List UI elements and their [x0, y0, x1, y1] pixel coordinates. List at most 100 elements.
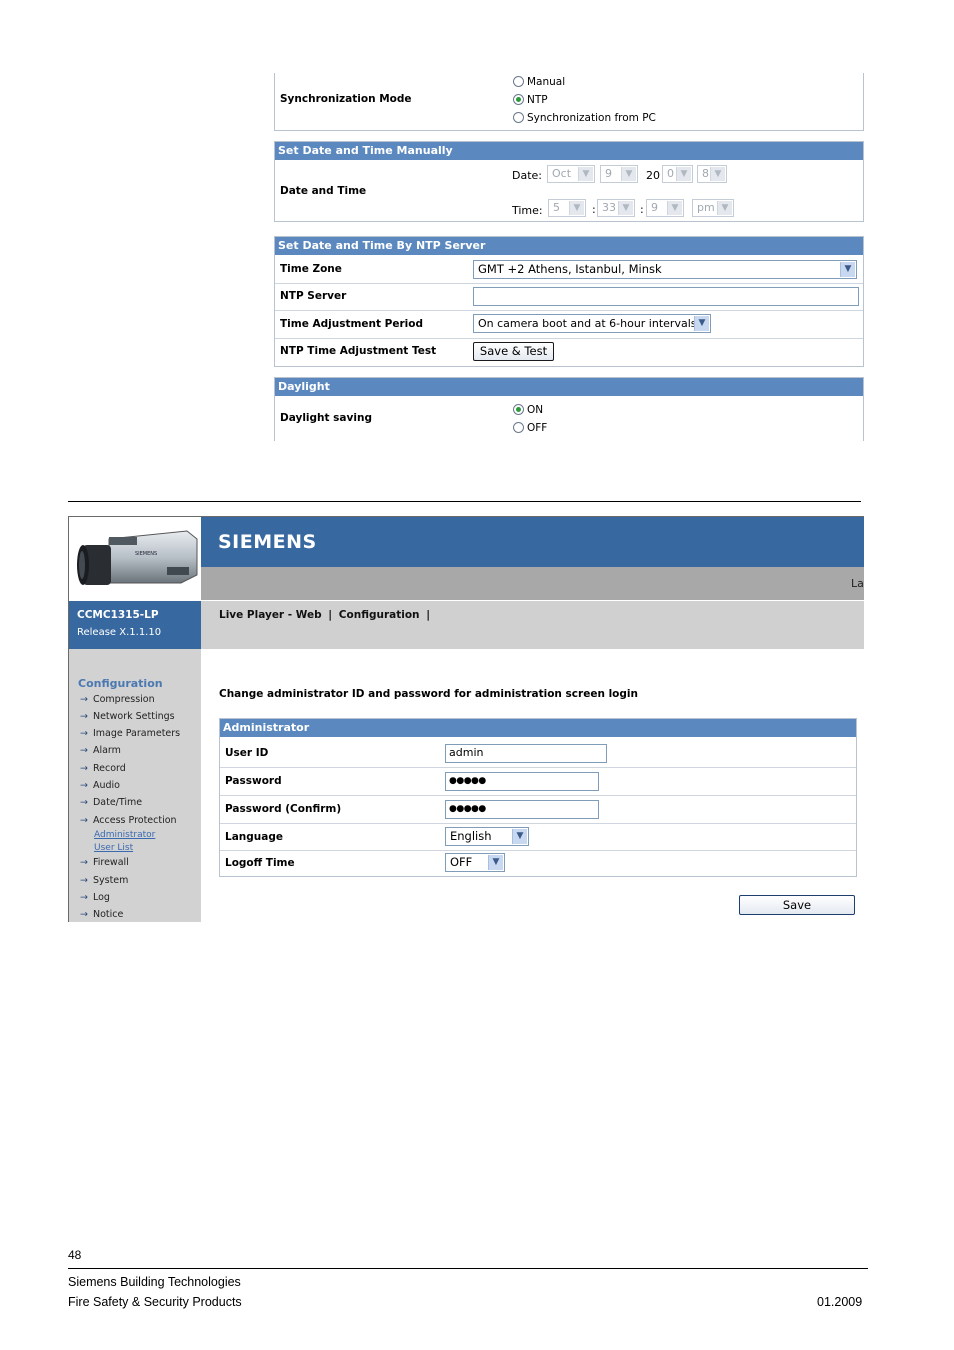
chevron-down-icon: ▼ [710, 167, 725, 181]
save-button[interactable]: Save [739, 895, 855, 915]
row-divider [220, 850, 856, 851]
arrow-right-icon: → [80, 763, 88, 774]
sidebar-item-label: Firewall [92, 857, 129, 868]
footer-rule [68, 1268, 868, 1269]
sidebar-item-label: Compression [92, 694, 155, 705]
row-divider [275, 283, 863, 284]
sidebar-title[interactable]: Configuration [78, 677, 163, 690]
chevron-down-icon: ▼ [717, 201, 732, 215]
sidebar-item-log[interactable]: → Log [80, 892, 110, 903]
year-tens-value: 0 [667, 167, 674, 180]
manual-header: Set Date and Time Manually [275, 142, 863, 160]
nav-separator: | [328, 609, 333, 621]
minute-value: 33 [602, 201, 616, 214]
ntp-server-input[interactable] [473, 287, 859, 306]
user-id-input[interactable]: admin [445, 744, 607, 763]
radio-ntp[interactable] [513, 94, 524, 105]
arrow-right-icon: → [80, 875, 88, 886]
year-ones-select: 8 ▼ [697, 165, 727, 183]
top-gray-bar [201, 567, 864, 600]
radio-sync-pc-label: Synchronization from PC [527, 112, 656, 124]
minute-select: 33 ▼ [597, 199, 635, 217]
time-colon-2: : [640, 203, 644, 216]
radio-manual[interactable] [513, 76, 524, 87]
hour-value: 5 [553, 201, 560, 214]
sidebar-item-alarm[interactable]: → Alarm [80, 745, 121, 756]
language-stub[interactable]: La [851, 577, 864, 590]
sidebar-item-network[interactable]: → Network Settings [80, 711, 175, 722]
sidebar-item-label: Notice [92, 909, 124, 920]
password-confirm-input[interactable]: ●●●●● [445, 800, 599, 819]
save-test-button[interactable]: Save & Test [473, 342, 554, 361]
ntp-server-label: NTP Server [280, 290, 347, 302]
logoff-label: Logoff Time [225, 857, 295, 869]
radio-ntp-label: NTP [527, 94, 548, 106]
radio-daylight-off[interactable] [513, 422, 524, 433]
row-divider [220, 767, 856, 768]
radio-sync-pc[interactable] [513, 112, 524, 123]
password-label: Password [225, 775, 282, 787]
date-label: Date: [512, 169, 542, 182]
chevron-down-icon: ▼ [578, 167, 593, 181]
sidebar-item-access[interactable]: → Access Protection [80, 815, 177, 826]
sidebar-item-label: Access Protection [92, 815, 177, 826]
radio-daylight-on-label: ON [527, 404, 544, 416]
hour-select: 5 ▼ [548, 199, 586, 217]
time-colon-1: : [592, 203, 596, 216]
password-input[interactable]: ●●●●● [445, 772, 599, 791]
footer-division: Fire Safety & Security Products [68, 1295, 242, 1309]
sidebar-item-notice[interactable]: → Notice [80, 909, 123, 920]
time-label: Time: [512, 204, 543, 217]
timezone-value: GMT +2 Athens, Istanbul, Minsk [478, 262, 662, 276]
chevron-down-icon: ▼ [618, 201, 633, 215]
radio-manual-label: Manual [527, 76, 566, 88]
day-value: 9 [605, 167, 612, 180]
row-divider [220, 823, 856, 824]
logoff-select[interactable]: OFF ▼ [445, 853, 505, 872]
day-select: 9 ▼ [600, 165, 638, 183]
sidebar-item-datetime[interactable]: → Date/Time [80, 797, 142, 808]
section-divider [68, 501, 861, 502]
logoff-value: OFF [450, 855, 473, 869]
row-divider [275, 338, 863, 339]
admin-intro: Change administrator ID and password for… [219, 688, 638, 700]
sidebar-item-compression[interactable]: → Compression [80, 694, 155, 705]
nav-links: Live Player - Web | Configuration | [219, 609, 430, 621]
sidebar-item-firewall[interactable]: → Firewall [80, 857, 129, 868]
chevron-down-icon: ▼ [676, 167, 691, 181]
sidebar-subitem-administrator[interactable]: Administrator [94, 830, 155, 840]
sidebar-item-label: Image Parameters [92, 728, 181, 739]
ntp-header: Set Date and Time By NTP Server [275, 237, 863, 255]
sidebar-item-label: Alarm [92, 745, 121, 756]
sidebar-item-audio[interactable]: → Audio [80, 780, 120, 791]
camera-icon: SIEMENS [77, 530, 198, 585]
sidebar-item-record[interactable]: → Record [80, 763, 126, 774]
ntp-test-label: NTP Time Adjustment Test [280, 345, 437, 357]
year-prefix: 20 [646, 169, 660, 182]
nav-configuration[interactable]: Configuration [339, 609, 420, 621]
nav-live-player[interactable]: Live Player - Web [219, 609, 322, 621]
sidebar-item-label: Audio [92, 780, 120, 791]
sidebar-subitem-user-list[interactable]: User List [94, 843, 133, 853]
arrow-right-icon: → [80, 694, 88, 705]
daylight-label: Daylight saving [280, 412, 372, 424]
sidebar-item-system[interactable]: → System [80, 875, 128, 886]
second-select: 9 ▼ [646, 199, 684, 217]
camera-logo: SIEMENS [135, 551, 157, 557]
footer-company: Siemens Building Technologies [68, 1275, 241, 1289]
period-select[interactable]: On camera boot and at 6-hour intervals ▼ [473, 314, 711, 333]
footer-date: 01.2009 [817, 1295, 863, 1309]
radio-daylight-on[interactable] [513, 404, 524, 415]
row-divider [220, 795, 856, 796]
model-name: CCMC1315-LP [77, 609, 159, 621]
sidebar-item-image[interactable]: → Image Parameters [80, 728, 180, 739]
arrow-right-icon: → [80, 711, 88, 722]
sidebar-item-label: Network Settings [92, 711, 175, 722]
year-ones-value: 8 [702, 167, 709, 180]
language-select[interactable]: English ▼ [445, 827, 529, 846]
timezone-select[interactable]: GMT +2 Athens, Istanbul, Minsk ▼ [473, 260, 857, 279]
radio-daylight-off-label: OFF [527, 422, 548, 434]
user-id-label: User ID [225, 747, 269, 759]
chevron-down-icon: ▼ [569, 201, 584, 215]
arrow-right-icon: → [80, 815, 88, 826]
